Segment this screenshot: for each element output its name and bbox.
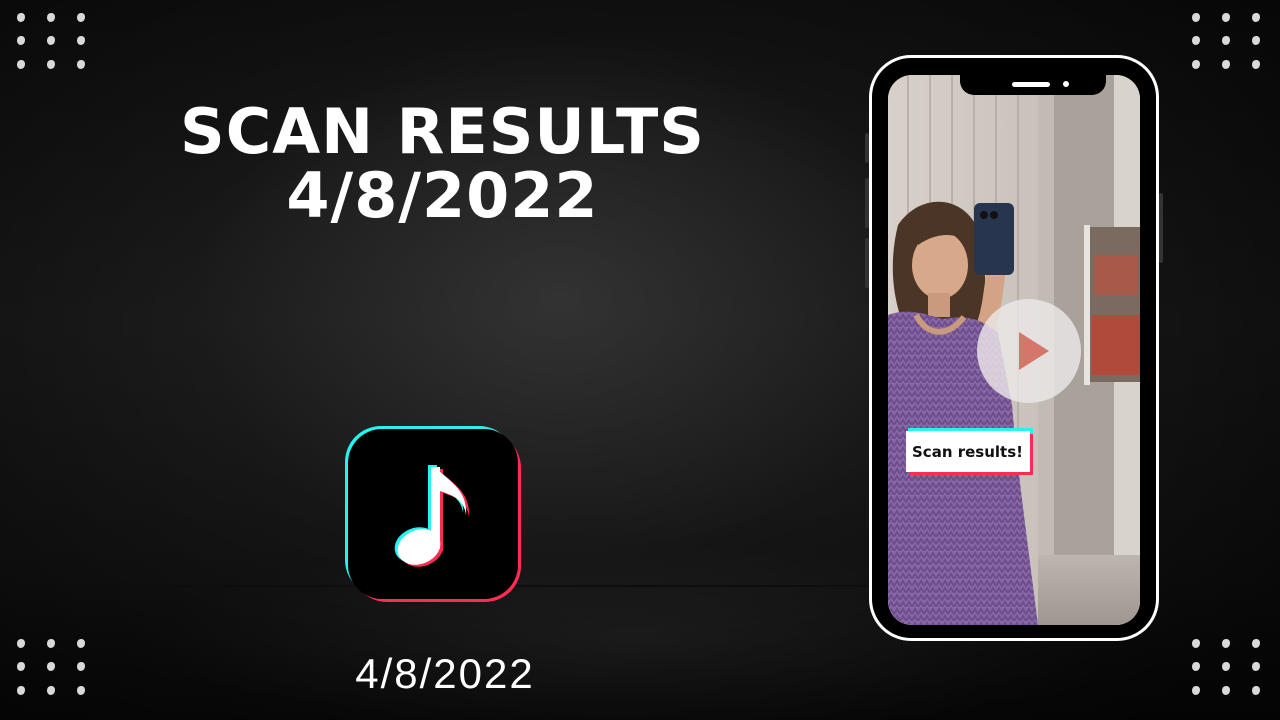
decorative-dot [47,36,55,46]
video-thumbnail[interactable]: Scan results! [888,75,1140,625]
decorative-dot [77,59,85,69]
decorative-dot [1252,639,1260,649]
decorative-dot [77,685,85,695]
play-icon [1019,332,1049,370]
decorative-dot [17,662,25,672]
slide: SCAN RESULTS 4/8/2022 4/8/2022 Scan resu… [0,0,1280,720]
phone-side-button [865,178,869,228]
decorative-dot [1192,59,1200,69]
title-line-2: 4/8/2022 [286,159,599,232]
decorative-dot [1252,13,1260,23]
play-button[interactable] [977,299,1081,403]
decorative-dot [1252,685,1260,695]
phone-side-button [865,133,869,163]
decorative-dot [1252,36,1260,46]
phone-side-button [865,238,869,288]
decorative-dot [47,639,55,649]
decorative-dot [1222,639,1230,649]
decorative-dot [17,59,25,69]
decorative-dot [1222,685,1230,695]
date-label: 4/8/2022 [355,650,535,697]
decorative-dot [1222,59,1230,69]
decorative-dot [1222,662,1230,672]
decorative-dot [1192,36,1200,46]
dot-cluster-top-left [6,6,96,76]
dot-cluster-bottom-left [6,632,96,702]
decorative-dot [17,685,25,695]
decorative-dot [17,13,25,23]
decorative-dot [1192,639,1200,649]
dot-cluster-top-right [1181,6,1271,76]
decorative-dot [77,13,85,23]
decorative-dot [47,685,55,695]
decorative-dot [77,662,85,672]
phone-side-button [1159,193,1163,263]
decorative-dot [1252,662,1260,672]
video-caption-text: Scan results! [906,431,1030,472]
decorative-dot [47,662,55,672]
title-line-1: SCAN RESULTS [180,95,705,168]
decorative-dot [47,59,55,69]
video-caption: Scan results! [906,428,1033,475]
music-note-icon [394,465,470,567]
page-title: SCAN RESULTS 4/8/2022 [150,100,735,228]
decorative-dot [1222,36,1230,46]
decorative-dot [1192,685,1200,695]
decorative-dot [1192,662,1200,672]
decorative-dot [1192,13,1200,23]
tiktok-app-icon[interactable] [345,426,521,602]
decorative-dot [1222,13,1230,23]
phone-notch [960,75,1106,95]
decorative-dot [47,13,55,23]
decorative-dot [17,639,25,649]
decorative-dot [1252,59,1260,69]
dot-cluster-bottom-right [1181,632,1271,702]
decorative-dot [77,639,85,649]
phone-mockup: Scan results! [865,55,1163,641]
decorative-dot [17,36,25,46]
decorative-dot [77,36,85,46]
